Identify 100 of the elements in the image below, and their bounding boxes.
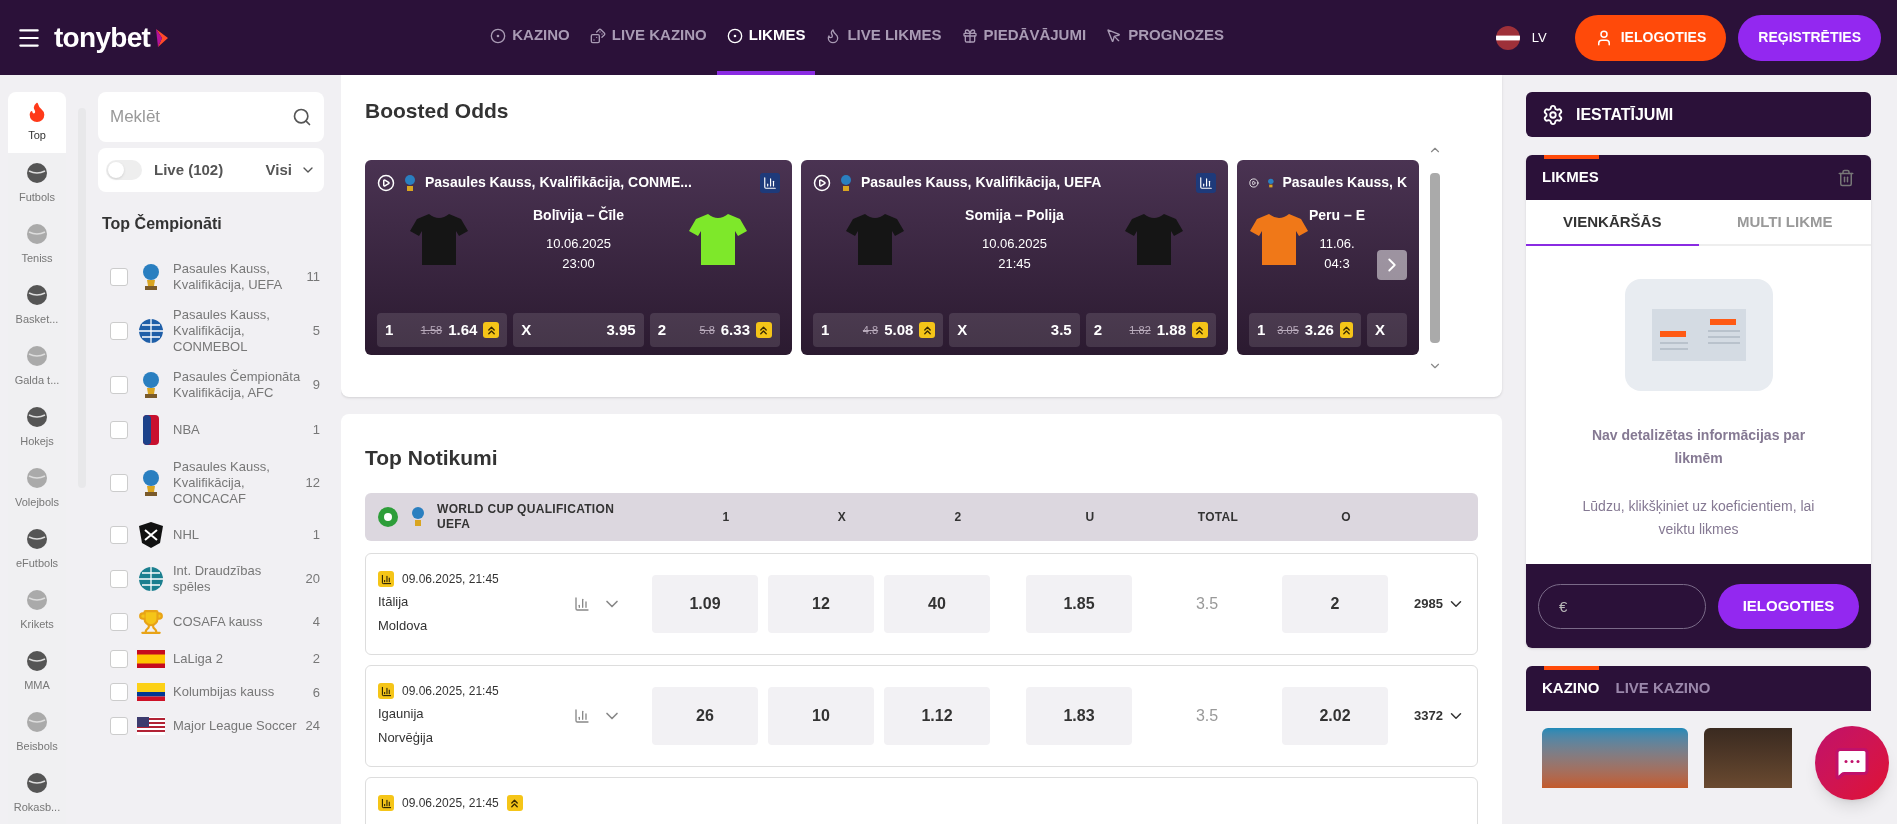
flag-icon [136,683,165,702]
championship-name[interactable]: LaLiga 2 [173,650,301,667]
chat-button[interactable] [1815,726,1889,800]
logo-icon [142,415,159,445]
stats-icon[interactable] [1196,172,1216,193]
column-header: TOTAL [1196,509,1240,526]
checkbox[interactable] [110,322,128,340]
settings-bar[interactable]: IESTATĪJUMI [1526,92,1871,137]
odds-button[interactable]: 1.09 [652,575,758,633]
event-count: 6 [312,683,321,702]
checkbox[interactable] [110,570,128,588]
section-title: Top Notikumi [365,444,499,471]
checkbox[interactable] [110,268,128,286]
nav-link[interactable]: PIEDĀVĀJUMI [951,0,1097,75]
checkbox[interactable] [110,526,128,544]
match-date: 10.06.2025 [981,235,1048,253]
odds-button[interactable]: 2 5.8 6.33 [649,313,780,347]
odds-button[interactable]: 12 [768,575,874,633]
odds-button[interactable]: 2.02 [1282,687,1388,745]
settings-icon [1542,103,1564,126]
match-title: Peru – E [1309,206,1366,225]
nav-link[interactable]: LIVE LIKMES [815,0,952,75]
more-markets-button[interactable]: 3372 [1414,706,1465,726]
checkbox[interactable] [110,649,128,668]
odds-button[interactable]: X 3.95 [513,313,644,347]
championship-name[interactable]: NBA [173,422,301,438]
championship-name[interactable]: Pasaules Kauss, Kvalifikācija, CONMEBOL [173,307,301,355]
section-title: Top Čempionāti [101,213,223,234]
odds-button[interactable]: 1 3.05 3.26 [1249,313,1361,347]
game-thumbnail[interactable] [1704,728,1792,788]
event-count: 11 [306,268,321,287]
casino-tab[interactable]: LIVE KAZINO [1615,677,1711,700]
column-header: 2 [953,509,963,526]
nav-link[interactable]: KAZINO [480,0,580,75]
championship-name[interactable]: Pasaules Kauss, Kvalifikācija, CONCACAF [173,459,301,507]
event-row[interactable]: 09.06.2025, 21:45 Itālija Moldova 1.09 12 40 1.85 3.5 2 2985 [365,553,1478,655]
nav-link[interactable]: LIVE KAZINO [579,0,717,75]
championship-name[interactable]: Pasaules Kauss, Kvalifikācija, UEFA [173,261,301,293]
boosted-card[interactable]: Pasaules Kauss, Kvalifikācija, UEFA Somija – Polija 10.06.2025 21:45 1 4.8 5.08 X 3.5 2 1.82 1.88 [801,160,1228,355]
scope-dropdown[interactable]: Visi [265,158,316,182]
live-toggle[interactable] [106,160,142,180]
league-name: Pasaules Kauss, Kvalifikācija, UEFA [861,173,1102,192]
odds-button[interactable]: 26 [652,687,758,745]
checkbox[interactable] [110,421,128,439]
odds-button[interactable]: 40 [884,575,990,633]
cursor-icon [1106,27,1123,44]
league-name: Pasaules Kauss, Kvalifikācija, CONME... [425,173,692,192]
casino-tab[interactable]: KAZINO [1542,677,1600,700]
team-name: Norvēģija [378,728,433,747]
event-count: 1 [312,421,321,440]
odds-button[interactable]: 1 4.8 5.08 [813,313,944,347]
logo[interactable]: tonybet [54,16,151,59]
register-button[interactable]: REĢISTRĒTIES [1738,14,1881,61]
betslip-tab[interactable]: VIENKĀRŠĀS [1526,200,1699,246]
sport-tab[interactable]: Top [8,92,66,153]
odds-button[interactable]: X [1367,313,1407,347]
nav-link[interactable]: PROGNOZES [1096,0,1234,75]
trophy-icon [137,609,164,635]
ball-icon [25,710,49,735]
dice-icon [589,27,606,44]
language-label[interactable]: LV [1531,27,1547,48]
event-row[interactable]: 09.06.2025, 21:45 [365,777,1478,824]
championship-name[interactable]: Kolumbijas kauss [173,684,301,701]
ball-icon [25,527,49,552]
boosted-card[interactable]: Pasaules Kauss, K Peru – E 11.06. 04:3 1 3.05 3.26 X [1237,160,1419,355]
trophy-icon [839,173,853,192]
odds-button[interactable]: 2 [1282,575,1388,633]
checkbox[interactable] [110,683,128,702]
betslip-title: LIKMES [1542,167,1599,188]
event-date: 09.06.2025, 21:45 [402,571,499,588]
trash-icon[interactable] [1837,168,1855,187]
boosted-card[interactable]: Pasaules Kauss, Kvalifikācija, CONME... Bolīvija – Čīle 10.06.2025 23:00 1 1.58 1.64 X 3.95 2 5.8 6.33 [365,160,792,355]
odds-button[interactable]: 1.12 [884,687,990,745]
chart-icon [378,571,394,587]
more-markets-button[interactable]: 2985 [1414,594,1465,614]
login-button[interactable]: IELOGOTIES [1718,583,1859,629]
checkbox[interactable] [110,376,128,394]
odds-button[interactable]: 1.83 [1026,687,1132,745]
championship-name[interactable]: NHL [173,527,301,543]
checkbox[interactable] [110,613,128,631]
stats-icon[interactable] [760,172,780,193]
championship-name[interactable]: COSAFA kauss [173,614,301,630]
stake-field[interactable]: € [1538,583,1706,629]
odds-button[interactable]: 10 [768,687,874,745]
game-thumbnail[interactable] [1542,728,1688,788]
event-row[interactable]: 09.06.2025, 21:45 Igaunija Norvēģija 26 10 1.12 1.83 3.5 2.02 3372 [365,665,1478,767]
championship-name[interactable]: Int. Draudzības spēles [173,563,301,595]
gift-icon [961,27,978,44]
championship-name[interactable]: Major League Soccer [173,717,301,734]
championship-name[interactable]: Pasaules Čempionāta Kvalifikācija, AFC [173,369,301,401]
next-button[interactable] [1377,250,1407,280]
checkbox[interactable] [110,716,128,735]
search-field[interactable]: Meklēt [98,92,324,142]
odds-button[interactable]: X 3.5 [949,313,1080,347]
chart-icon [378,683,394,699]
checkbox[interactable] [110,474,128,492]
odds-button[interactable]: 1.85 [1026,575,1132,633]
odds-button[interactable]: 2 1.82 1.88 [1085,313,1216,347]
trophy-icon [411,506,425,528]
odds-button[interactable]: 1 1.58 1.64 [377,313,508,347]
